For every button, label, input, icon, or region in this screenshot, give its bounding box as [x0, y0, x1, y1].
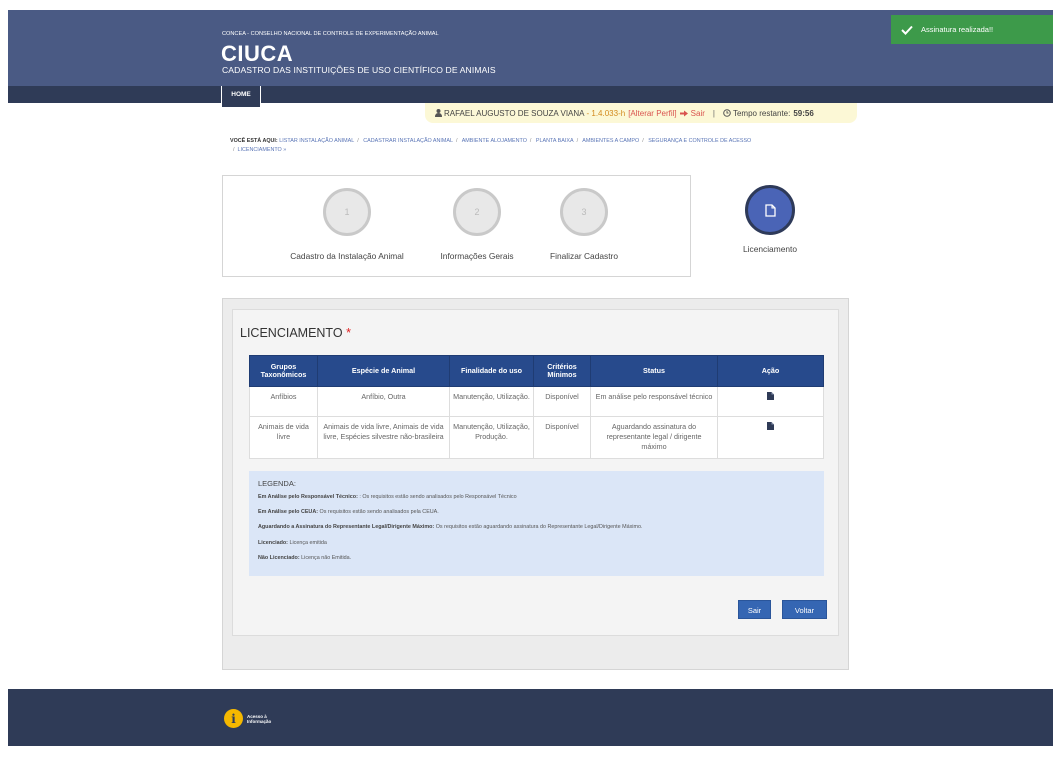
change-profile-link[interactable]: [Alterar Perfil]	[628, 109, 676, 118]
site-footer: i Acesso à Informação	[8, 689, 1053, 746]
table-row: Anfíbios Anfíbio, Outra Manutenção, Util…	[249, 386, 824, 417]
acesso-informacao-label: Acesso à Informação	[247, 713, 272, 724]
step-licenciamento[interactable]: Licenciamento	[720, 185, 820, 254]
col-especie: Espécie de Animal	[317, 355, 450, 387]
document-icon[interactable]	[767, 422, 774, 430]
logout-icon[interactable]	[679, 110, 688, 117]
cell-finalidade: Manutenção, Utilização.	[449, 386, 534, 417]
step-circle: 3	[560, 188, 608, 236]
main-nav: HOME	[8, 86, 1053, 108]
cell-status: Aguardando assinatura do representante l…	[590, 416, 718, 459]
col-acao: Ação	[717, 355, 824, 387]
required-mark: *	[346, 326, 351, 340]
col-criterios: Critérios Mínimos	[533, 355, 591, 387]
org-name: CONCEA - CONSELHO NACIONAL DE CONTROLE D…	[222, 31, 439, 37]
cell-grupo: Animais de vida livre	[249, 416, 318, 459]
app-subtitle: CADASTRO DAS INSTITUIÇÕES DE USO CIENTÍF…	[222, 65, 496, 75]
breadcrumb-item[interactable]: SEGURANÇA E CONTROLE DE ACESSO	[648, 138, 751, 144]
step-label: Finalizar Cadastro	[550, 251, 618, 261]
step-circle-active	[745, 185, 795, 235]
app-version: - 1.4.033-h	[586, 108, 626, 118]
breadcrumb-item[interactable]: PLANTA BAIXA	[536, 138, 574, 144]
document-icon	[764, 203, 776, 217]
licenciamento-panel: LICENCIAMENTO * Grupos Taxonômicos Espéc…	[232, 309, 839, 636]
success-toast[interactable]: Assinatura realizada!!	[891, 15, 1053, 44]
document-icon[interactable]	[767, 392, 774, 400]
legend-item: Não Licenciado: Licença não Emitida.	[258, 554, 352, 561]
breadcrumb-item[interactable]: LISTAR INSTALAÇÃO ANIMAL	[279, 138, 354, 144]
user-bar: RAFAEL AUGUSTO DE SOUZA VIANA - 1.4.033-…	[425, 103, 857, 123]
col-grupos: Grupos Taxonômicos	[249, 355, 318, 387]
separator: |	[712, 108, 715, 118]
cell-especie: Animais de vida livre, Animais de vida l…	[317, 416, 450, 459]
legend-title: LEGENDA:	[258, 479, 296, 488]
step-circle: 1	[323, 188, 371, 236]
step-label: Cadastro da Instalação Animal	[290, 251, 404, 261]
breadcrumb-label: VOCÊ ESTÁ AQUI:	[230, 138, 278, 144]
legend-item: Em Análise pelo Responsável Técnico: : O…	[258, 494, 517, 500]
cell-criterios: Disponível	[533, 386, 591, 417]
col-status: Status	[590, 355, 718, 387]
breadcrumb-item[interactable]: AMBIENTE ALOJAMENTO	[462, 138, 527, 144]
check-icon	[901, 25, 913, 35]
step-label: Licenciamento	[742, 244, 797, 254]
cell-acao	[717, 416, 824, 459]
voltar-button[interactable]: Voltar	[782, 600, 827, 619]
timer-value: 59:56	[793, 108, 814, 118]
cell-especie: Anfíbio, Outra	[317, 386, 450, 417]
step-3[interactable]: 3 Finalizar Cadastro	[519, 188, 649, 261]
app-logo[interactable]: CIUCA	[221, 41, 293, 67]
legend-box: LEGENDA: Em Análise pelo Responsável Téc…	[249, 471, 824, 576]
cell-status: Em análise pelo responsável técnico	[590, 386, 718, 417]
cell-criterios: Disponível	[533, 416, 591, 459]
wizard-steps: 1 Cadastro da Instalação Animal 2 Inform…	[222, 175, 691, 277]
toast-message: Assinatura realizada!!	[921, 25, 994, 34]
cell-finalidade: Manutenção, Utilização, Produção.	[449, 416, 534, 459]
legend-item: Aguardando a Assinatura do Representante…	[258, 524, 643, 531]
acesso-informacao-badge[interactable]: i Acesso à Informação	[224, 709, 271, 728]
logout-link[interactable]: Sair	[691, 109, 705, 118]
breadcrumb: VOCÊ ESTÁ AQUI: LISTAR INSTALAÇÃO ANIMAL…	[230, 138, 752, 153]
cell-acao	[717, 386, 824, 417]
clock-icon	[723, 109, 731, 117]
step-1[interactable]: 1 Cadastro da Instalação Animal	[282, 188, 412, 261]
breadcrumb-item[interactable]: CADASTRAR INSTALAÇÃO ANIMAL	[363, 138, 453, 144]
main-panel: LICENCIAMENTO * Grupos Taxonômicos Espéc…	[222, 298, 849, 670]
legend-item: Licenciado: Licença emitida	[258, 539, 327, 546]
breadcrumb-current: LICENCIAMENTO »	[237, 147, 287, 153]
table-header-row: Grupos Taxonômicos Espécie de Animal Fin…	[249, 355, 824, 387]
timer-label: Tempo restante:	[732, 108, 791, 118]
col-finalidade: Finalidade do uso	[449, 355, 534, 387]
legend-item: Em Análise pelo CEUA: Os requisitos estã…	[258, 509, 439, 516]
table-row: Animais de vida livre Animais de vida li…	[249, 416, 824, 459]
user-name: RAFAEL AUGUSTO DE SOUZA VIANA	[444, 108, 585, 118]
info-icon: i	[224, 709, 243, 728]
section-title: LICENCIAMENTO *	[240, 326, 351, 340]
cell-grupo: Anfíbios	[249, 386, 318, 417]
user-icon	[435, 109, 442, 117]
sair-button[interactable]: Sair	[738, 600, 771, 619]
step-circle: 2	[453, 188, 501, 236]
nav-home-tab[interactable]: HOME	[221, 86, 261, 108]
licenciamento-table: Grupos Taxonômicos Espécie de Animal Fin…	[249, 355, 824, 459]
breadcrumb-item[interactable]: AMBIENTES A CAMPO	[582, 138, 639, 144]
